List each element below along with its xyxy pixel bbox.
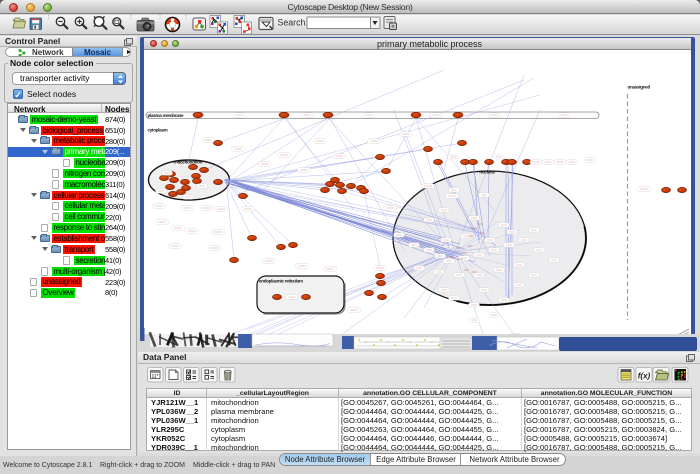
svg-text:mitochondrion: mitochondrion [174,159,203,164]
svg-text:f(x): f(x) [638,372,651,381]
svg-text:plasma membrane: plasma membrane [148,112,185,117]
svg-text:Search:: Search: [278,17,308,27]
svg-text:unassigned: unassigned [628,84,651,89]
svg-text:cytoplasm: cytoplasm [148,127,168,132]
svg-text:nucleus: nucleus [479,169,495,174]
svg-text:endoplasmic reticulum: endoplasmic reticulum [259,278,303,283]
